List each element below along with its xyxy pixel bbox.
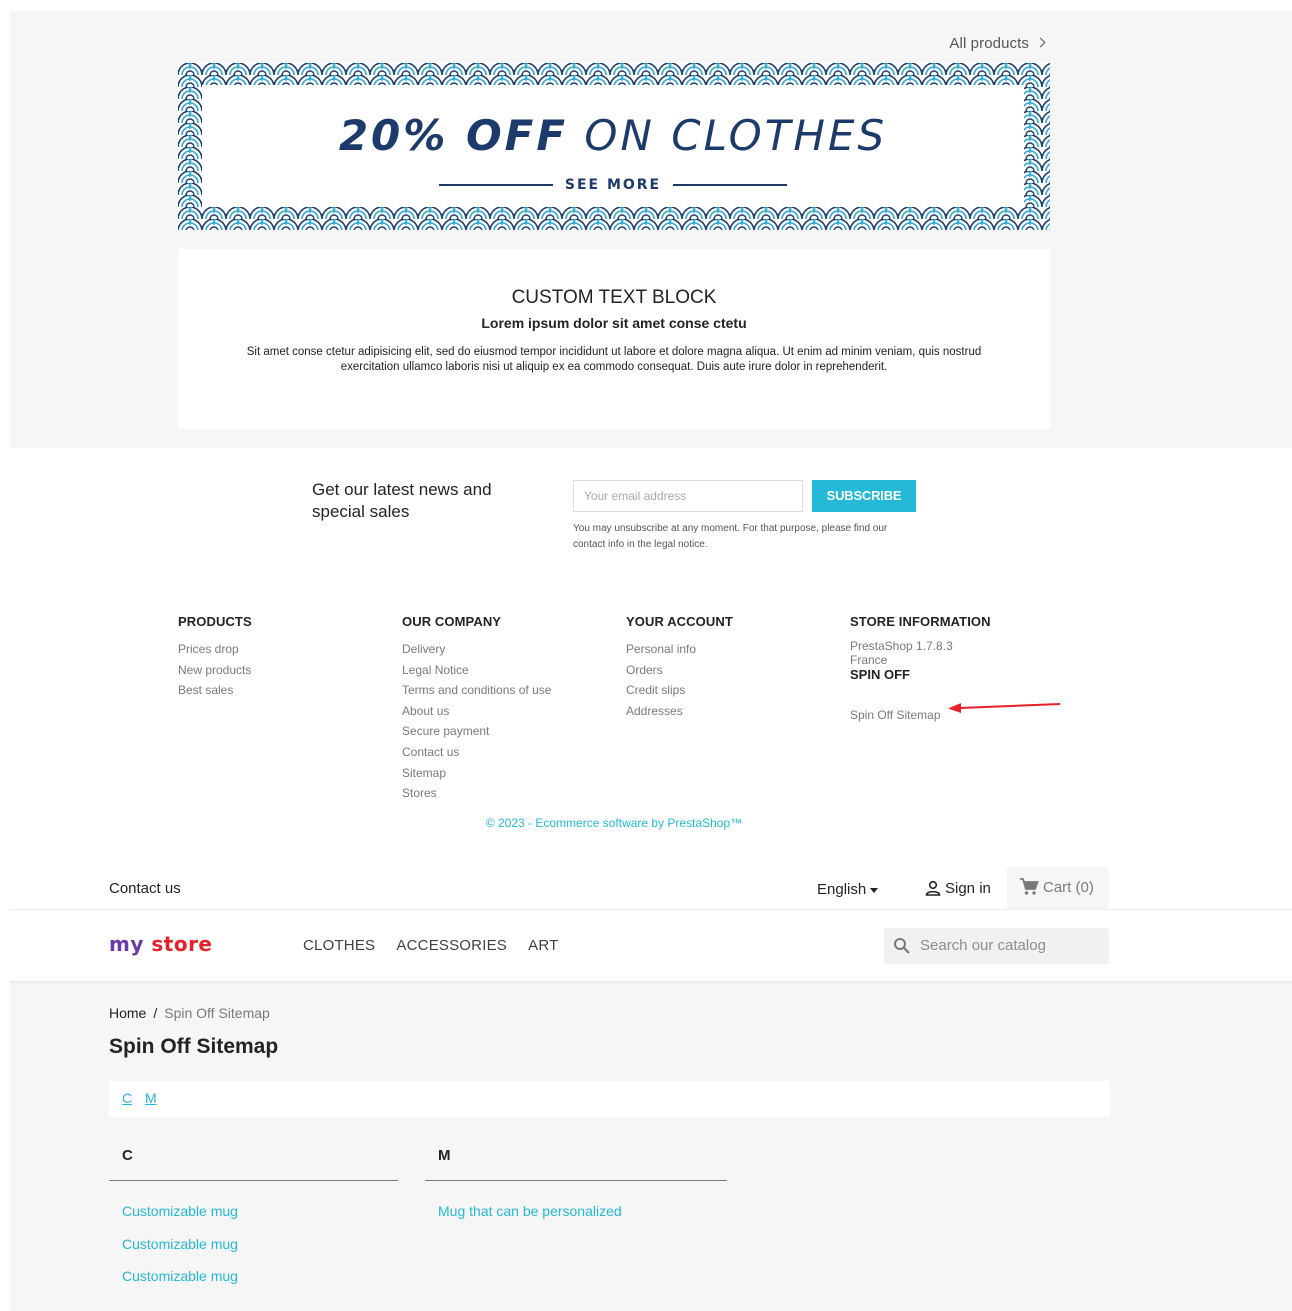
logo-part-store: store xyxy=(151,932,213,956)
store-info-line: PrestaShop 1.7.8.3 xyxy=(850,639,953,653)
newsletter-title: Get our latest news and special sales xyxy=(312,480,492,521)
newsletter-email-input[interactable]: Your email address xyxy=(573,480,803,512)
header-contact-link[interactable]: Contact us xyxy=(109,880,181,897)
custom-text-subtitle: Lorem ipsum dolor sit amet conse ctetu xyxy=(481,315,747,331)
letter-index-bar: C M xyxy=(109,1081,1110,1117)
breadcrumb-separator: / xyxy=(153,1005,158,1021)
spin-off-sitemap-link[interactable]: Spin Off Sitemap xyxy=(850,708,941,722)
menu-item-accessories[interactable]: ACCESSORIES xyxy=(396,937,507,954)
sign-in-link[interactable]: Sign in xyxy=(925,880,991,897)
breadcrumb: Home / Spin Off Sitemap xyxy=(109,1005,270,1021)
menu-item-art[interactable]: ART xyxy=(528,937,558,954)
menu-item-clothes[interactable]: CLOTHES xyxy=(303,937,375,954)
footer-link-sitemap[interactable]: Sitemap xyxy=(402,763,551,784)
banner-cta[interactable]: SEE MORE xyxy=(202,176,1024,196)
letter-group-m: M Mug that can be personalized xyxy=(425,1147,727,1228)
user-icon xyxy=(925,880,941,896)
footer-account-column: YOUR ACCOUNT Personal info Orders Credit… xyxy=(626,614,733,721)
promo-banner[interactable]: 20% OFF ON CLOTHES SEE MORE xyxy=(178,63,1050,230)
divider-line xyxy=(438,183,553,186)
footer-link-credit-slips[interactable]: Credit slips xyxy=(626,680,733,701)
letter-group-heading: M xyxy=(425,1147,727,1181)
banner-headline-bold: 20% OFF xyxy=(338,111,569,160)
footer-link-contact-us[interactable]: Contact us xyxy=(402,742,551,763)
language-label: English xyxy=(817,881,867,898)
caret-down-icon xyxy=(870,887,879,893)
logo-part-my: my xyxy=(109,932,144,956)
letter-group-c: C Customizable mug Customizable mug Cust… xyxy=(109,1147,398,1293)
header-divider xyxy=(10,909,1292,910)
custom-text-title: CUSTOM TEXT BLOCK xyxy=(511,287,717,308)
cart-label: Cart (0) xyxy=(1043,879,1094,896)
footer-company-title: OUR COMPANY xyxy=(402,614,502,629)
footer-account-title: YOUR ACCOUNT xyxy=(626,614,733,629)
search-placeholder: Search our catalog xyxy=(920,937,1046,954)
search-input[interactable]: Search our catalog xyxy=(884,928,1109,964)
letter-group-heading: C xyxy=(109,1147,398,1181)
page-title: Spin Off Sitemap xyxy=(109,1035,279,1058)
footer-link-stores[interactable]: Stores xyxy=(402,783,551,804)
store-info-country: France xyxy=(850,653,888,667)
spin-off-title: SPIN OFF xyxy=(850,667,910,682)
footer-company-column: OUR COMPANY Delivery Legal Notice Terms … xyxy=(402,614,551,804)
banner-headline-light: ON CLOTHES xyxy=(584,111,888,160)
product-link[interactable]: Customizable mug xyxy=(122,1228,398,1261)
custom-text-block: CUSTOM TEXT BLOCK Lorem ipsum dolor sit … xyxy=(178,249,1050,429)
letter-link-m[interactable]: M xyxy=(145,1090,157,1106)
footer-link-legal-notice[interactable]: Legal Notice xyxy=(402,660,551,681)
product-link[interactable]: Customizable mug xyxy=(122,1195,398,1228)
breadcrumb-home[interactable]: Home xyxy=(109,1005,146,1021)
home-featured-section: All products 20% OFF ON CLOTHES SEE MORE xyxy=(10,11,1292,448)
language-selector[interactable]: English xyxy=(817,881,879,898)
store-logo[interactable]: my store xyxy=(109,932,213,956)
product-link[interactable]: Mug that can be personalized xyxy=(438,1195,727,1228)
footer-link-terms[interactable]: Terms and conditions of use xyxy=(402,680,551,701)
banner-headline: 20% OFF ON CLOTHES xyxy=(202,111,1024,160)
footer-link-addresses[interactable]: Addresses xyxy=(626,701,733,722)
footer-copyright[interactable]: © 2023 - Ecommerce software by PrestaSho… xyxy=(0,816,1228,830)
footer-link-prices-drop[interactable]: Prices drop xyxy=(178,639,252,660)
footer-link-about-us[interactable]: About us xyxy=(402,701,551,722)
divider-line xyxy=(673,183,788,186)
footer-store-title: STORE INFORMATION xyxy=(850,614,991,629)
letter-link-c[interactable]: C xyxy=(122,1090,132,1106)
subscribe-button[interactable]: SUBSCRIBE xyxy=(812,480,916,512)
shopping-cart-icon xyxy=(1020,878,1039,895)
sign-in-label: Sign in xyxy=(945,880,991,897)
banner-content: 20% OFF ON CLOTHES SEE MORE xyxy=(202,85,1024,207)
footer-link-orders[interactable]: Orders xyxy=(626,660,733,681)
footer-link-secure-payment[interactable]: Secure payment xyxy=(402,721,551,742)
main-menu: CLOTHES ACCESSORIES ART xyxy=(303,937,576,954)
footer-link-delivery[interactable]: Delivery xyxy=(402,639,551,660)
custom-text-body: Sit amet conse ctetur adipisicing elit, … xyxy=(246,346,982,373)
footer-link-best-sales[interactable]: Best sales xyxy=(178,680,252,701)
footer-link-personal-info[interactable]: Personal info xyxy=(626,639,733,660)
see-more-label: SEE MORE xyxy=(564,176,662,193)
product-link[interactable]: Customizable mug xyxy=(122,1260,398,1293)
breadcrumb-current: Spin Off Sitemap xyxy=(164,1005,270,1021)
chevron-right-icon xyxy=(1035,37,1046,48)
cart-button[interactable]: Cart (0) xyxy=(1007,867,1109,909)
footer-link-new-products[interactable]: New products xyxy=(178,660,252,681)
footer-products-title: PRODUCTS xyxy=(178,614,252,629)
all-products-label: All products xyxy=(949,35,1029,52)
footer-products-column: PRODUCTS Prices drop New products Best s… xyxy=(178,614,252,701)
newsletter-note: You may unsubscribe at any moment. For t… xyxy=(573,523,888,550)
all-products-link[interactable]: All products xyxy=(949,35,1046,52)
search-icon xyxy=(894,938,910,954)
annotation-arrow-icon xyxy=(948,703,1061,713)
